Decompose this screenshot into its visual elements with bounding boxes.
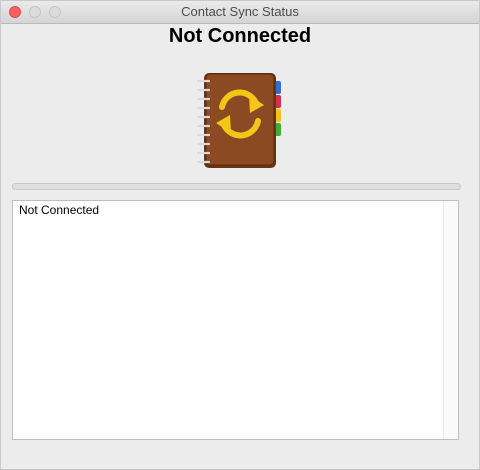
sync-progress-bar	[12, 183, 461, 190]
window-title: Contact Sync Status	[181, 4, 299, 19]
status-log-text: Not Connected	[19, 203, 100, 217]
app-window: Contact Sync Status Not Connected Not Co…	[0, 0, 480, 470]
title-bar[interactable]: Contact Sync Status	[1, 1, 479, 24]
address-book-sync-icon	[196, 73, 281, 168]
status-heading: Not Connected	[168, 25, 312, 47]
status-log[interactable]: Not Connected	[12, 200, 459, 440]
log-scrollbar[interactable]	[443, 201, 458, 439]
